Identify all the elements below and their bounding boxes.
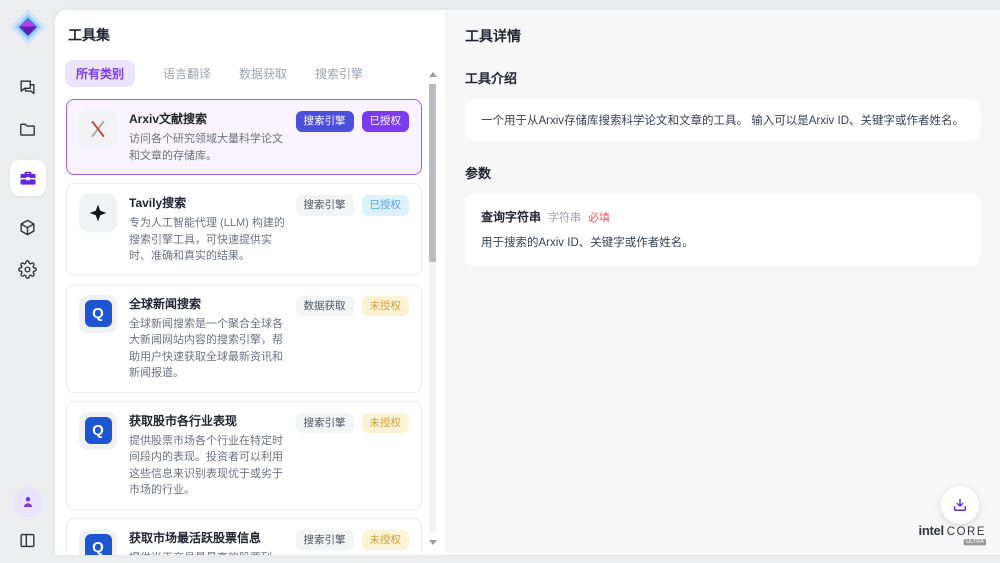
auth-status-badge: 未授权 (362, 530, 410, 551)
tool-text: Arxiv文献搜索 访问各个研究领域大量科学论文和文章的存储库。 (129, 110, 286, 164)
tool-detail-panel: 工具详情 工具介绍 一个用于从Arxiv存储库搜索科学论文和文章的工具。 输入可… (445, 10, 1000, 555)
parameter-description: 用于搜索的Arxiv ID、关键字或作者姓名。 (481, 234, 964, 250)
tool-card-tavily[interactable]: Tavily搜索 专为人工智能代理 (LLM) 构建的搜索引擎工具，可快速提供实… (66, 183, 422, 276)
scrollbar-track[interactable] (429, 84, 436, 533)
auth-status-badge: 已授权 (362, 195, 410, 216)
tool-description: 专为人工智能代理 (LLM) 构建的搜索引擎工具，可快速提供实时、准确和真实的结… (129, 215, 286, 265)
tab-search-engine[interactable]: 搜索引擎 (315, 65, 363, 82)
tool-name: 全球新闻搜索 (129, 295, 286, 314)
sidebar-item-chat[interactable] (16, 76, 40, 98)
tool-description: 提供股票市场各个行业在特定时间段内的表现。投资者可以利用这些信息来识别表现优于或… (129, 433, 286, 499)
q-app-icon: Q (79, 295, 117, 333)
ultra-badge: ULTRA (963, 539, 986, 545)
auth-status-badge: 未授权 (362, 296, 410, 317)
tool-card-global-news[interactable]: Q 全球新闻搜索 全球新闻搜索是一个聚合全球各大新闻网站内容的搜索引擎，帮助用户… (66, 284, 422, 393)
tool-description: 全球新闻搜索是一个聚合全球各大新闻网站内容的搜索引擎，帮助用户快速获取全球最新资… (129, 316, 286, 382)
scroll-down-icon[interactable] (429, 540, 437, 545)
tavily-sparkle-icon (79, 194, 117, 232)
tool-name: Tavily搜索 (129, 194, 286, 213)
auth-status-badge: 已授权 (362, 111, 410, 132)
sidebar-item-packages[interactable] (16, 216, 40, 238)
intel-text: intel (919, 523, 944, 538)
download-icon (951, 496, 969, 514)
download-button[interactable] (941, 486, 979, 524)
parameter-head: 查询字符串 字符串 必填 (481, 208, 964, 225)
tool-card-arxiv[interactable]: Arxiv文献搜索 访问各个研究领域大量科学论文和文章的存储库。 搜索引擎 已授… (66, 99, 422, 175)
tab-data-acquisition[interactable]: 数据获取 (239, 65, 287, 82)
main-window: 工具集 所有类别 语言翻译 数据获取 搜索引擎 Arxiv文献搜索 访问各个研究… (55, 10, 1000, 555)
scrollbar-thumb[interactable] (429, 84, 436, 262)
auth-status-badge: 未授权 (362, 413, 410, 434)
q-app-icon: Q (79, 529, 117, 556)
category-badge: 搜索引擎 (296, 195, 354, 216)
intel-core-logo: intel CORE ULTRA (919, 523, 986, 547)
tool-description: 提供当天交易量最高的股票列表，投资者可以利用这些信息来识别流动性强的股票和潜在的… (129, 550, 286, 556)
tool-list-panel: 工具集 所有类别 语言翻译 数据获取 搜索引擎 Arxiv文献搜索 访问各个研究… (55, 10, 445, 555)
category-badge: 搜索引擎 (296, 413, 354, 434)
tool-text: Tavily搜索 专为人工智能代理 (LLM) 构建的搜索引擎工具，可快速提供实… (129, 194, 286, 265)
package-icon (18, 218, 37, 237)
tool-badges: 搜索引擎 未授权 (296, 412, 410, 434)
tool-badges: 搜索引擎 未授权 (296, 529, 410, 551)
category-tabs: 所有类别 语言翻译 数据获取 搜索引擎 (65, 60, 445, 87)
parameter-item: 查询字符串 字符串 必填 用于搜索的Arxiv ID、关键字或作者姓名。 (465, 194, 980, 266)
sidebar-item-settings[interactable] (16, 258, 40, 280)
sidebar-item-files[interactable] (16, 118, 40, 140)
parameter-name: 查询字符串 (481, 208, 541, 225)
category-badge: 数据获取 (296, 296, 354, 317)
scroll-up-icon[interactable] (429, 72, 437, 77)
detail-title: 工具详情 (465, 26, 980, 46)
tool-name: 获取市场最活跃股票信息 (129, 529, 286, 548)
core-text: CORE (947, 526, 986, 538)
intel-core-wordmark: intel CORE (919, 523, 986, 538)
sidebar (0, 0, 55, 563)
category-badge: 搜索引擎 (296, 530, 354, 551)
intro-text: 一个用于从Arxiv存储库搜索科学论文和文章的工具。 输入可以是Arxiv ID… (465, 99, 980, 141)
tool-card-stock-sectors[interactable]: Q 获取股市各行业表现 提供股票市场各个行业在特定时间段内的表现。投资者可以利用… (66, 401, 422, 510)
sidebar-nav (10, 76, 46, 280)
parameter-type: 字符串 (548, 209, 581, 225)
tool-card-active-stocks[interactable]: Q 获取市场最活跃股票信息 提供当天交易量最高的股票列表，投资者可以利用这些信息… (66, 518, 422, 556)
tool-badges: 数据获取 未授权 (296, 295, 410, 317)
tool-badges: 搜索引擎 已授权 (296, 110, 410, 132)
sidebar-item-tools[interactable] (10, 160, 46, 196)
tool-text: 全球新闻搜索 全球新闻搜索是一个聚合全球各大新闻网站内容的搜索引擎，帮助用户快速… (129, 295, 286, 382)
tool-text: 获取股市各行业表现 提供股票市场各个行业在特定时间段内的表现。投资者可以利用这些… (129, 412, 286, 499)
tab-language-translation[interactable]: 语言翻译 (163, 65, 211, 82)
tool-list: Arxiv文献搜索 访问各个研究领域大量科学论文和文章的存储库。 搜索引擎 已授… (55, 98, 445, 555)
gear-icon (18, 260, 37, 279)
page-title: 工具集 (55, 10, 445, 45)
tool-name: 获取股市各行业表现 (129, 412, 286, 431)
toolbox-icon (18, 168, 38, 188)
folder-icon (18, 120, 37, 139)
category-badge: 搜索引擎 (296, 111, 354, 132)
tab-all-categories[interactable]: 所有类别 (65, 60, 135, 87)
user-avatar[interactable] (13, 487, 43, 517)
params-heading: 参数 (465, 163, 980, 182)
scrollbar (429, 72, 436, 545)
tool-name: Arxiv文献搜索 (129, 110, 286, 129)
parameter-required-badge: 必填 (588, 209, 610, 225)
layout-panels-icon (18, 531, 37, 550)
app-logo-icon (9, 8, 47, 46)
arxiv-x-icon (79, 110, 117, 148)
intro-heading: 工具介绍 (465, 68, 980, 87)
tool-description: 访问各个研究领域大量科学论文和文章的存储库。 (129, 131, 286, 164)
user-icon (20, 494, 36, 510)
sidebar-item-layout[interactable] (16, 529, 40, 551)
tool-text: 获取市场最活跃股票信息 提供当天交易量最高的股票列表，投资者可以利用这些信息来识… (129, 529, 286, 556)
sidebar-bottom (13, 487, 43, 551)
tool-badges: 搜索引擎 已授权 (296, 194, 410, 216)
q-app-icon: Q (79, 412, 117, 450)
chat-icon (18, 78, 37, 97)
